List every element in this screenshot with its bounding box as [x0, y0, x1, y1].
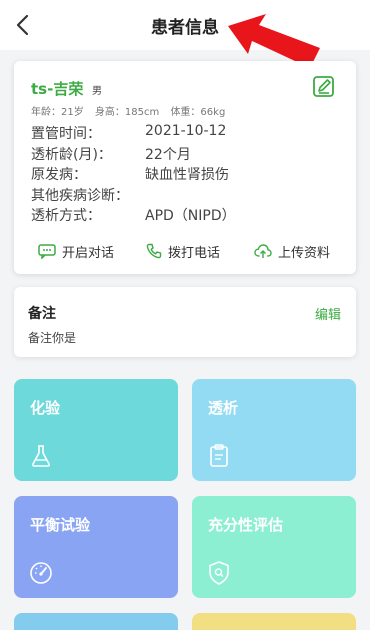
- start-chat-button[interactable]: 开启对话: [38, 239, 114, 263]
- patient-gender: 男: [92, 86, 102, 97]
- tile-lab-test[interactable]: 化验: [14, 379, 178, 481]
- info-row-other-diagnosis: 其他疾病诊断：: [31, 185, 351, 206]
- info-row-primary-disease: 原发病： 缺血性肾损伤: [31, 164, 351, 185]
- patient-meta: 年龄：21岁 身高：185cm 体重：66kg: [31, 103, 233, 118]
- notes-title: 备注: [28, 306, 56, 322]
- info-label: 透析龄(月)：: [31, 146, 112, 163]
- tile-balance-test[interactable]: 平衡试验: [14, 496, 178, 598]
- info-label: 其他疾病诊断：: [31, 187, 129, 204]
- start-chat-label: 开启对话: [62, 245, 115, 261]
- tile-partial-blue[interactable]: [14, 613, 178, 630]
- patient-info-rows: 置管时间： 2021-10-12 透析龄(月)： 22个月 原发病： 缺血性肾损…: [31, 123, 351, 226]
- tile-label: 化验: [30, 399, 61, 417]
- notes-card: 备注 编辑 备注你是: [14, 287, 356, 357]
- shield-search-icon: [209, 561, 229, 585]
- info-value: 22个月: [145, 146, 191, 163]
- patient-height: 身高：185cm: [94, 107, 160, 118]
- tile-adequacy-assessment[interactable]: 充分性评估: [192, 496, 356, 598]
- phone-icon: [146, 243, 162, 259]
- patient-name: ts-吉荣: [31, 80, 84, 98]
- info-row-dialysis-age: 透析龄(月)： 22个月: [31, 144, 351, 165]
- info-label: 透析方式：: [31, 208, 101, 224]
- flask-icon: [32, 445, 50, 467]
- info-label: 原发病：: [31, 167, 87, 183]
- patient-action-bar: 开启对话 拨打电话 上传资料: [14, 239, 356, 263]
- tile-label: 充分性评估: [208, 516, 284, 534]
- info-row-catheter-date: 置管时间： 2021-10-12: [31, 123, 351, 144]
- info-row-dialysis-mode: 透析方式： APD（NIPD）: [31, 205, 351, 226]
- edit-patient-button[interactable]: [312, 75, 336, 99]
- upload-label: 上传资料: [278, 245, 331, 261]
- call-label: 拨打电话: [168, 245, 221, 261]
- notes-content: 备注你是: [28, 331, 77, 345]
- tile-label: 透析: [208, 399, 239, 417]
- info-label: 置管时间：: [31, 126, 101, 142]
- patient-weight: 体重：66kg: [170, 107, 226, 118]
- tile-label: 平衡试验: [30, 516, 91, 534]
- chat-icon: [38, 244, 56, 259]
- info-value: 缺血性肾损伤: [145, 167, 229, 183]
- tile-partial-yellow[interactable]: [192, 613, 356, 630]
- upload-button[interactable]: 上传资料: [254, 239, 330, 263]
- info-value: 2021-10-12: [145, 123, 227, 139]
- notes-edit-link[interactable]: 编辑: [315, 304, 341, 323]
- patient-info-card: ts-吉荣 男 年龄：21岁 身高：185cm 体重：66kg 置管时间： 20…: [14, 61, 356, 274]
- clipboard-icon: [210, 444, 228, 467]
- cloud-upload-icon: [254, 244, 272, 258]
- call-button[interactable]: 拨打电话: [146, 239, 220, 263]
- patient-age: 年龄：21岁: [31, 107, 84, 118]
- info-value: APD（NIPD）: [145, 208, 236, 224]
- edit-icon: [313, 76, 334, 97]
- gauge-icon: [30, 562, 52, 584]
- tile-dialysis[interactable]: 透析: [192, 379, 356, 481]
